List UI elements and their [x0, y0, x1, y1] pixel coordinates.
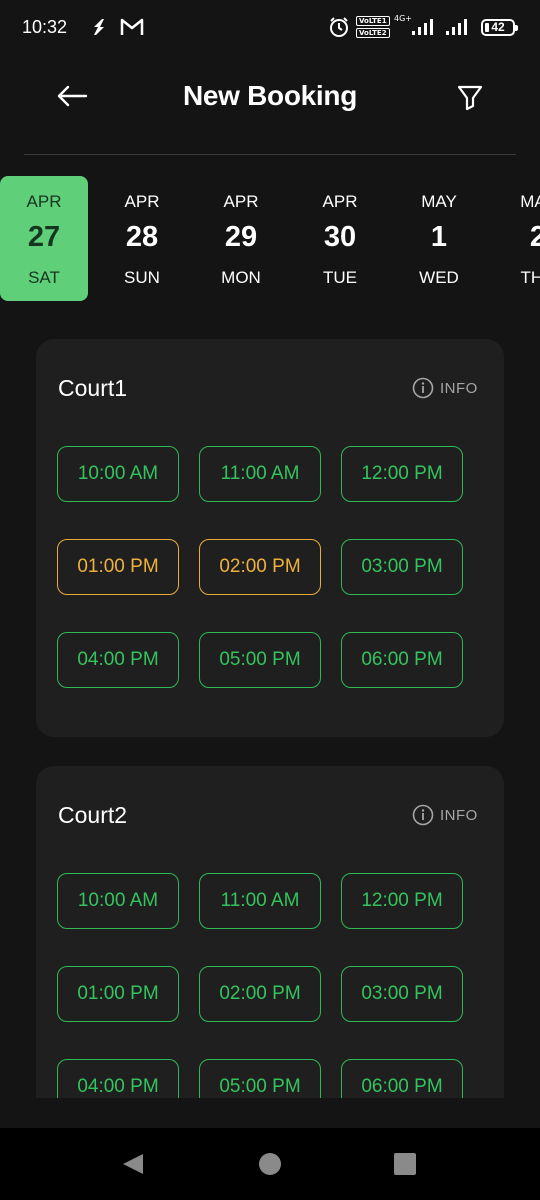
date-weekday: THU [520, 268, 540, 287]
alarm-icon [328, 16, 350, 38]
date-day: 29 [224, 221, 258, 253]
date-day: 2 [529, 221, 540, 253]
info-label: INFO [440, 806, 478, 824]
date-item-apr-29[interactable]: APR 29 MON [197, 176, 285, 301]
time-slot-button[interactable]: 11:00 AM [199, 873, 321, 929]
court-name: Court1 [58, 375, 128, 401]
court-name: Court2 [58, 802, 128, 828]
court-info-button[interactable]: INFO [412, 804, 478, 826]
date-month: APR [26, 192, 62, 211]
time-slot-button[interactable]: 03:00 PM [341, 966, 463, 1022]
nav-recents-button[interactable] [394, 1152, 416, 1181]
date-weekday: SAT [28, 268, 60, 287]
date-month: APR [322, 192, 358, 211]
time-slot-button[interactable]: 12:00 PM [341, 446, 463, 502]
date-weekday: TUE [323, 268, 357, 287]
time-slot-button[interactable]: 04:00 PM [57, 1059, 179, 1098]
time-slot-button[interactable]: 02:00 PM [199, 966, 321, 1022]
gmail-icon [120, 16, 144, 38]
system-nav-bar [0, 1128, 540, 1200]
nav-home-button[interactable] [258, 1152, 282, 1181]
signal-1-icon [410, 16, 438, 38]
signal-2-icon [444, 16, 472, 38]
date-weekday: WED [419, 268, 459, 287]
nav-back-button[interactable] [120, 1152, 146, 1181]
date-day: 28 [125, 221, 159, 253]
time-slot-button[interactable]: 01:00 PM [57, 966, 179, 1022]
date-month: APR [223, 192, 259, 211]
courts-list[interactable]: Court1 INFO 10:00 AM 11:00 AM 12:00 PM 0… [0, 339, 540, 1098]
date-item-apr-28[interactable]: APR 28 SUN [98, 176, 186, 301]
app-header: New Booking [0, 60, 540, 140]
filter-button[interactable] [450, 78, 490, 118]
info-label: INFO [440, 379, 478, 397]
app-notification-icon [90, 16, 110, 38]
battery-level: 42 [491, 20, 505, 34]
date-day: 27 [27, 221, 61, 253]
circle-home-icon [259, 1153, 281, 1175]
time-slot-button[interactable]: 10:00 AM [57, 446, 179, 502]
status-time: 10:32 [22, 17, 68, 37]
date-weekday: MON [221, 268, 261, 287]
time-slot-button[interactable]: 04:00 PM [57, 632, 179, 688]
time-slot-button-booked[interactable]: 02:00 PM [199, 539, 321, 595]
date-weekday: SUN [124, 268, 160, 287]
time-slot-button-booked[interactable]: 01:00 PM [57, 539, 179, 595]
date-month: APR [124, 192, 160, 211]
time-slot-button[interactable]: 05:00 PM [199, 1059, 321, 1098]
time-slot-button[interactable]: 06:00 PM [341, 632, 463, 688]
date-item-apr-27[interactable]: APR 27 SAT [0, 176, 88, 301]
time-slot-button[interactable]: 06:00 PM [341, 1059, 463, 1098]
court-info-button[interactable]: INFO [412, 377, 478, 399]
date-day: 1 [430, 221, 448, 253]
volte2-label: VoLTE2 [356, 28, 390, 38]
time-slot-button[interactable]: 03:00 PM [341, 539, 463, 595]
time-slot-button[interactable]: 10:00 AM [57, 873, 179, 929]
info-icon [412, 377, 434, 399]
time-slot-button[interactable]: 12:00 PM [341, 873, 463, 929]
date-item-may-1[interactable]: MAY 1 WED [395, 176, 483, 301]
date-month: MAY [421, 192, 457, 211]
volte-indicator: VoLTE1 VoLTE2 [356, 16, 390, 38]
square-recents-icon [394, 1153, 416, 1175]
court-card-2: Court2 INFO 10:00 AM 11:00 AM 12:00 PM 0… [36, 766, 504, 1098]
date-day: 30 [323, 221, 357, 253]
time-slot-button[interactable]: 05:00 PM [199, 632, 321, 688]
info-icon [412, 804, 434, 826]
volte1-label: VoLTE1 [356, 16, 390, 26]
filter-icon [457, 85, 483, 111]
battery-icon: 42 [481, 19, 518, 36]
header-divider [24, 154, 516, 155]
date-item-may-2[interactable]: MAY 2 THU [494, 176, 540, 301]
status-bar: 10:32 VoLTE1 VoLTE2 4G+ 42 [0, 0, 540, 56]
triangle-back-icon [123, 1154, 143, 1174]
date-selector: APR 27 SAT APR 28 SUN APR 29 MON APR 30 … [0, 176, 540, 301]
time-slot-button[interactable]: 11:00 AM [199, 446, 321, 502]
court-card-1: Court1 INFO 10:00 AM 11:00 AM 12:00 PM 0… [36, 339, 504, 737]
date-month: MAY [520, 192, 540, 211]
date-item-apr-30[interactable]: APR 30 TUE [296, 176, 384, 301]
